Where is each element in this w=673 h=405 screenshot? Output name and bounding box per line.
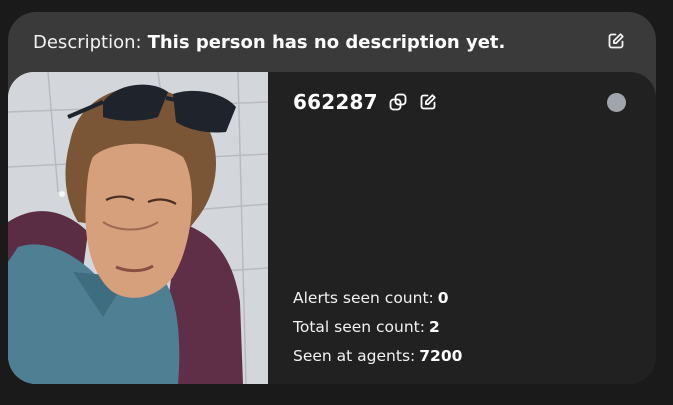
person-info: 662287 Alerts seen count: 0 Total seen c… [293, 72, 656, 384]
person-id: 662287 [293, 90, 378, 114]
stat-label: Total seen count: [293, 318, 425, 336]
stat-label: Seen at agents: [293, 347, 416, 365]
stat-value: 2 [428, 318, 440, 336]
stat-value: 0 [437, 289, 449, 307]
person-id-row: 662287 [293, 90, 438, 114]
stats-list: Alerts seen count: 0 Total seen count: 2 S… [293, 284, 462, 371]
copy-icon[interactable] [388, 92, 408, 112]
description-label: Description: [33, 31, 142, 53]
stat-label: Alerts seen count: [293, 289, 434, 307]
stat-alerts-seen-count: Alerts seen count: 0 [293, 284, 462, 313]
id-edit-icon[interactable] [418, 92, 438, 112]
person-photo [8, 72, 268, 384]
stat-total-seen-count: Total seen count: 2 [293, 313, 462, 342]
description-text: This person has no description yet. [147, 31, 506, 53]
description-bar: Description: This person has no descript… [8, 12, 656, 72]
person-card: Description: This person has no descript… [8, 12, 656, 384]
person-details-panel: 662287 Alerts seen count: 0 Total seen c… [8, 72, 656, 384]
stat-seen-at-agents: Seen at agents: 7200 [293, 342, 462, 371]
description-edit-icon[interactable] [607, 32, 625, 50]
status-dot [607, 93, 626, 112]
stat-value: 7200 [419, 347, 463, 365]
